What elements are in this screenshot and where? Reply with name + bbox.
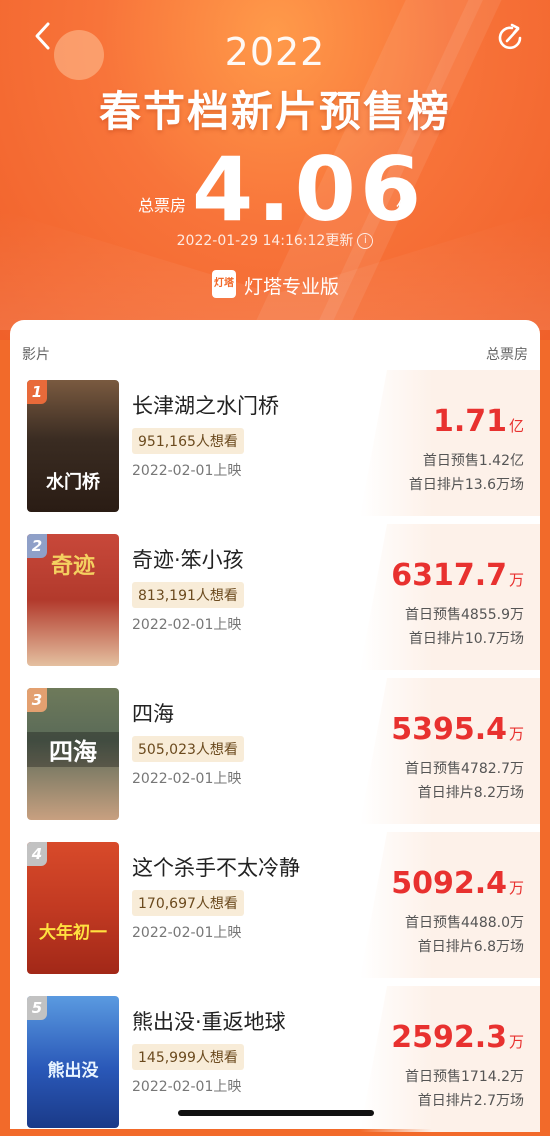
release-date: 2022-02-01上映 — [132, 925, 242, 941]
poster-title: 大年初一 — [39, 923, 107, 943]
rank-badge: 1 — [27, 380, 47, 404]
gross-background — [360, 678, 540, 824]
poster-title: 熊出没 — [47, 1061, 99, 1081]
presale-amount: 首日预售1714.2万 — [405, 1069, 524, 1085]
want-count: 170,697人想看 — [132, 890, 244, 916]
movie-title: 熊出没·重返地球 — [132, 1010, 286, 1034]
gross-unit: 万 — [508, 879, 524, 897]
column-header-film: 影片 — [22, 347, 50, 363]
poster-title: 水门桥 — [46, 472, 100, 493]
total-value: 4.06 — [192, 138, 426, 241]
hero-banner: 2022 春节档新片预售榜 总票房 4.06 亿 2022-01-29 14:1… — [0, 0, 550, 340]
update-time-text: 2022-01-29 14:16:12更新 — [176, 233, 354, 249]
gross-background — [360, 986, 540, 1132]
total-unit: 亿 — [396, 198, 413, 217]
movie-poster[interactable]: 奇迹 2 — [27, 534, 119, 666]
gross-number: 5092.4 — [391, 866, 507, 901]
screenings-count: 首日排片13.6万场 — [408, 477, 524, 493]
rank-badge: 3 — [27, 688, 47, 712]
home-indicator[interactable] — [178, 1110, 374, 1116]
gross-background — [360, 524, 540, 670]
rank-badge: 5 — [27, 996, 47, 1020]
want-count: 813,191人想看 — [132, 582, 244, 608]
release-date: 2022-02-01上映 — [132, 1079, 242, 1095]
movie-title: 四海 — [132, 702, 174, 726]
presale-amount: 首日预售4855.9万 — [405, 607, 524, 623]
column-header-gross: 总票房 — [486, 347, 528, 363]
presale-amount: 首日预售4782.7万 — [405, 761, 524, 777]
info-icon[interactable]: i — [357, 233, 374, 249]
gross-unit: 亿 — [508, 417, 524, 435]
gross-number: 6317.7 — [391, 558, 507, 593]
year-label: 2022 — [224, 30, 326, 74]
movie-title: 长津湖之水门桥 — [132, 394, 279, 418]
gross-number: 5395.4 — [391, 712, 507, 747]
rank-badge: 4 — [27, 842, 47, 866]
movie-row[interactable]: 大年初一 4 这个杀手不太冷静 170,697人想看 2022-02-01上映 … — [10, 832, 540, 982]
movie-row[interactable]: 四海 3 四海 505,023人想看 2022-02-01上映 5395.4 万 … — [10, 678, 540, 828]
movie-title: 这个杀手不太冷静 — [132, 856, 300, 880]
movie-poster[interactable]: 熊出没 5 — [27, 996, 119, 1128]
page-title: 春节档新片预售榜 — [98, 87, 451, 136]
rank-badge: 2 — [27, 534, 47, 558]
gross-unit: 万 — [508, 725, 524, 743]
movie-row[interactable]: 奇迹 2 奇迹·笨小孩 813,191人想看 2022-02-01上映 6317… — [10, 524, 540, 674]
gross-number: 1.71 — [432, 404, 507, 439]
gross-background — [360, 832, 540, 978]
gross-unit: 万 — [508, 1033, 524, 1051]
screenings-count: 首日排片6.8万场 — [417, 939, 524, 955]
total-label: 总票房 — [138, 196, 187, 215]
movie-poster[interactable]: 水门桥 1 — [27, 380, 119, 512]
poster-title: 四海 — [27, 732, 119, 767]
gross-value: 6317.7 万 — [391, 558, 524, 593]
movie-row[interactable]: 水门桥 1 长津湖之水门桥 951,165人想看 2022-02-01上映 1.… — [10, 370, 540, 520]
gross-background — [360, 370, 540, 516]
release-date: 2022-02-01上映 — [132, 463, 242, 479]
presale-amount: 首日预售4488.0万 — [405, 915, 524, 931]
gross-number: 2592.3 — [391, 1020, 507, 1055]
ranking-list: 影片 总票房 水门桥 1 长津湖之水门桥 951,165人想看 2022-02-… — [10, 320, 540, 1132]
presale-amount: 首日预售1.42亿 — [422, 453, 524, 469]
update-time: 2022-01-29 14:16:12更新 i — [0, 230, 550, 250]
movie-poster[interactable]: 大年初一 4 — [27, 842, 119, 974]
gross-value: 2592.3 万 — [391, 1020, 524, 1055]
gross-unit: 万 — [508, 571, 524, 589]
want-count: 145,999人想看 — [132, 1044, 244, 1070]
want-count: 951,165人想看 — [132, 428, 244, 454]
gross-value: 5395.4 万 — [391, 712, 524, 747]
gross-value: 5092.4 万 — [391, 866, 524, 901]
release-date: 2022-02-01上映 — [132, 617, 242, 633]
movie-title: 奇迹·笨小孩 — [132, 548, 244, 572]
total-box-office: 总票房 4.06 亿 — [0, 138, 550, 241]
release-date: 2022-02-01上映 — [132, 771, 242, 787]
brand-logo: 灯塔 — [212, 270, 236, 298]
movie-poster[interactable]: 四海 3 — [27, 688, 119, 820]
want-count: 505,023人想看 — [132, 736, 244, 762]
screenings-count: 首日排片8.2万场 — [417, 785, 524, 801]
brand-name: 灯塔专业版 — [244, 276, 340, 298]
screenings-count: 首日排片2.7万场 — [417, 1093, 524, 1109]
gross-value: 1.71 亿 — [433, 404, 524, 439]
screenings-count: 首日排片10.7万场 — [408, 631, 524, 647]
